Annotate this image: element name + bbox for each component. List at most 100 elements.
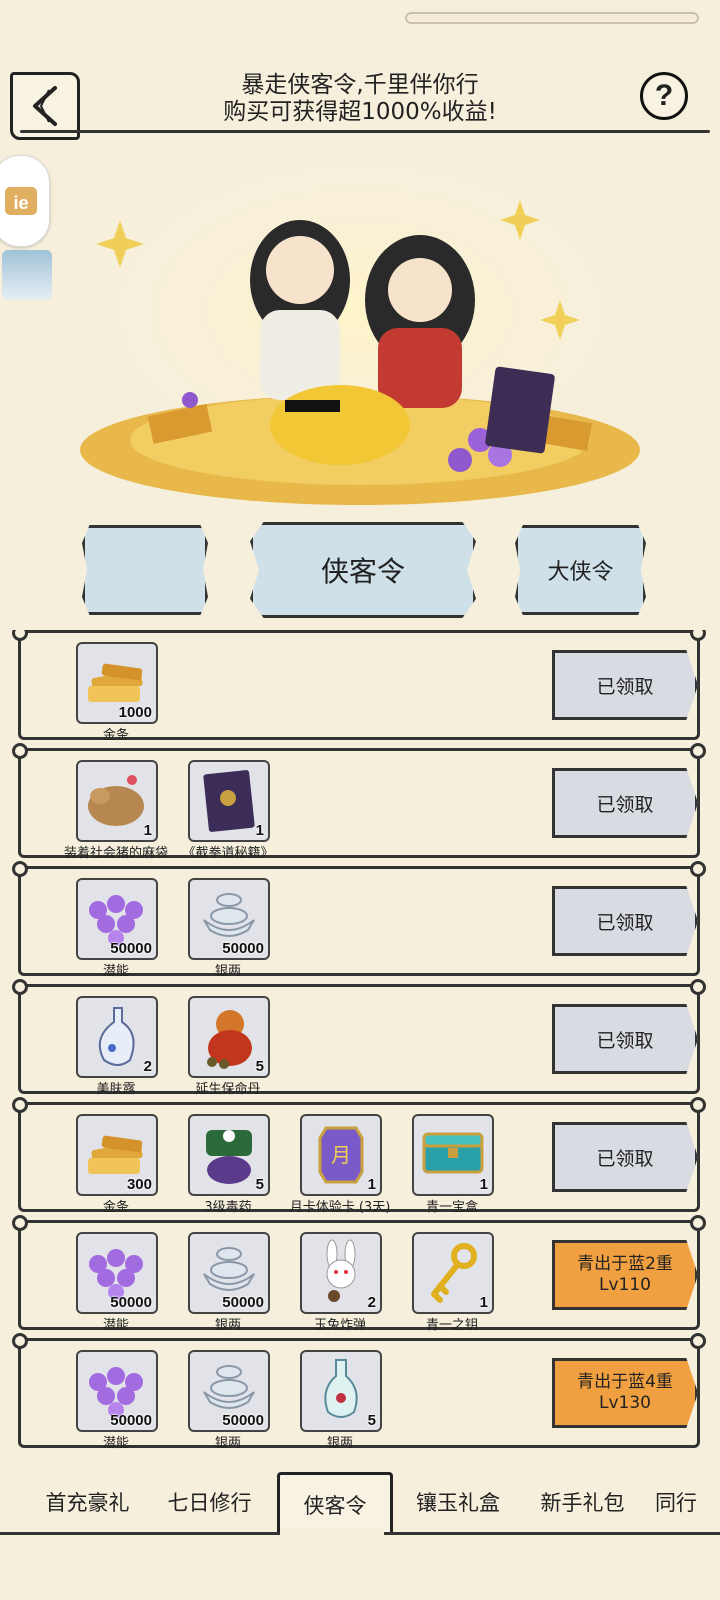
reward-item[interactable]: 2 玉兔炸弹 <box>300 1232 382 1333</box>
nav-xiakeling-label: 侠客令 <box>303 1494 367 1518</box>
reward-item-count: 5 <box>255 1058 264 1075</box>
reward-item-box: 300 <box>76 1114 158 1196</box>
level-requirement-level: Lv130 <box>599 1393 651 1413</box>
notch-pill <box>405 12 699 24</box>
level-requirement-button[interactable]: 青出于蓝4重 Lv130 <box>552 1358 698 1428</box>
help-button[interactable]: ? <box>640 72 688 120</box>
reward-item[interactable]: 1 青一宝盒 <box>412 1114 494 1215</box>
reward-item-count: 1000 <box>118 704 152 721</box>
claimed-button[interactable]: 已领取 <box>552 1122 698 1192</box>
reward-item[interactable]: 2 美肤露 <box>76 996 158 1097</box>
nav-xiakeling[interactable]: 侠客令 <box>277 1472 393 1535</box>
reward-item-count: 5 <box>255 1176 264 1193</box>
reward-item-box: 50000 <box>76 1232 158 1314</box>
reward-item-name: 金条 <box>102 728 129 743</box>
headline: 暴走侠客令,千里伴你行 购买可获得超1000%收益! <box>140 72 580 126</box>
reward-item[interactable]: 1 青一之钥 <box>412 1232 494 1333</box>
side-landscape-icon[interactable] <box>2 250 52 300</box>
headline-line1: 暴走侠客令,千里伴你行 <box>241 72 479 98</box>
claimed-button[interactable]: 已领取 <box>552 650 698 720</box>
nav-first-recharge[interactable]: 首充豪礼 <box>30 1472 145 1532</box>
level-requirement-level: Lv110 <box>599 1275 651 1295</box>
reward-item-count: 1 <box>367 1176 376 1193</box>
nav-first-recharge-label: 首充豪礼 <box>45 1491 130 1515</box>
reward-item-box: 1 <box>188 760 270 842</box>
reward-list[interactable]: 1000 金条 已领取 1 装着社会猪的麻袋 1 《截拳道秘籍》 已领取 50000 潜能 5000… <box>0 630 720 1450</box>
reward-item-box: 1 <box>76 760 158 842</box>
side-event-icon[interactable]: ie <box>0 155 50 247</box>
nav-newbie-pack-label: 新手礼包 <box>540 1491 625 1515</box>
reward-item-count: 50000 <box>222 1412 264 1429</box>
reward-item[interactable]: 1 《截拳道秘籍》 <box>182 760 274 861</box>
reward-item[interactable]: 5 延生保命丹 <box>188 996 270 1097</box>
reward-item-count: 300 <box>126 1176 152 1193</box>
nav-jade-box-label: 镶玉礼盒 <box>416 1491 500 1515</box>
reward-item-box: 50000 <box>188 878 270 960</box>
reward-row: 50000 潜能 50000 银两 已领取 <box>12 861 706 979</box>
reward-row: 1 装着社会猪的麻袋 1 《截拳道秘籍》 已领取 <box>12 743 706 861</box>
reward-item-name: 《截拳道秘籍》 <box>182 846 274 861</box>
tab-left[interactable] <box>82 525 208 615</box>
reward-item[interactable]: 50000 银两 <box>188 1232 270 1333</box>
status-bar <box>0 0 720 50</box>
reward-item[interactable]: 月 1 月卡体验卡 (3天) <box>290 1114 390 1215</box>
reward-item-count: 1 <box>255 822 264 839</box>
reward-item-name: 青一之钥 <box>425 1318 478 1333</box>
reward-item[interactable]: 50000 潜能 <box>76 1350 158 1450</box>
reward-row: 50000 潜能 50000 银两 2 玉兔炸弹 1 青一之钥 青出于蓝2重 Lv110 <box>12 1215 706 1333</box>
reward-item[interactable]: 50000 潜能 <box>76 878 158 979</box>
reward-item-count: 50000 <box>110 940 152 957</box>
reward-item-box: 1000 <box>76 642 158 724</box>
header: 暴走侠客令,千里伴你行 购买可获得超1000%收益! ? <box>0 50 720 140</box>
claimed-button[interactable]: 已领取 <box>552 768 698 838</box>
reward-item-count: 1 <box>479 1176 488 1193</box>
hero-illustration <box>60 150 660 510</box>
reward-item-box: 1 <box>412 1114 494 1196</box>
reward-row: 1000 金条 已领取 <box>12 630 706 743</box>
reward-item-box: 5 <box>300 1350 382 1432</box>
tab-xiakeling-label: 侠客令 <box>320 555 405 588</box>
reward-item-box: 50000 <box>76 878 158 960</box>
nav-newbie-pack[interactable]: 新手礼包 <box>525 1472 640 1532</box>
nav-seven-day[interactable]: 七日修行 <box>152 1472 267 1532</box>
reward-item[interactable]: 300 金条 <box>76 1114 158 1215</box>
reward-item-count: 50000 <box>110 1294 152 1311</box>
reward-item-box: 5 <box>188 1114 270 1196</box>
svg-text:月: 月 <box>331 1143 351 1167</box>
nav-active-gap <box>280 1529 384 1537</box>
claimed-button[interactable]: 已领取 <box>552 1004 698 1074</box>
reward-item-count: 5 <box>367 1412 376 1429</box>
reward-item-box: 2 <box>76 996 158 1078</box>
reward-item-box: 50000 <box>76 1350 158 1432</box>
level-requirement-button[interactable]: 青出于蓝2重 Lv110 <box>552 1240 698 1310</box>
reward-item-box: 1 <box>412 1232 494 1314</box>
tab-xiakeling[interactable]: 侠客令 <box>250 522 476 618</box>
reward-row: 2 美肤露 5 延生保命丹 已领取 <box>12 979 706 1097</box>
reward-item[interactable]: 50000 银两 <box>188 1350 270 1450</box>
claimed-button[interactable]: 已领取 <box>552 886 698 956</box>
header-divider <box>20 130 710 133</box>
reward-item-count: 1 <box>479 1294 488 1311</box>
tab-daxialing[interactable]: 大侠令 <box>515 525 646 615</box>
reward-item[interactable]: 1000 金条 <box>76 642 158 743</box>
reward-item[interactable]: 50000 银两 <box>188 878 270 979</box>
reward-item-name: 银两 <box>326 1436 353 1450</box>
reward-item-box: 50000 <box>188 1232 270 1314</box>
nav-peer[interactable]: 同行 <box>646 1472 706 1532</box>
reward-item[interactable]: 50000 潜能 <box>76 1232 158 1333</box>
reward-item[interactable]: 1 装着社会猪的麻袋 <box>64 760 168 861</box>
nav-jade-box[interactable]: 镶玉礼盒 <box>398 1472 518 1532</box>
reward-item-box: 2 <box>300 1232 382 1314</box>
nav-peer-label: 同行 <box>655 1491 697 1515</box>
reward-item[interactable]: 5 银两 <box>300 1350 382 1450</box>
nav-seven-day-label: 七日修行 <box>167 1491 252 1515</box>
reward-item-name: 青一宝盒 <box>425 1200 478 1215</box>
headline-line2: 购买可获得超1000%收益! <box>223 99 497 125</box>
level-requirement-title: 青出于蓝4重 <box>577 1372 673 1392</box>
level-requirement-title: 青出于蓝2重 <box>577 1254 673 1274</box>
hero-banner <box>60 150 660 520</box>
reward-item[interactable]: 5 3级毒药 <box>188 1114 270 1215</box>
reward-item-count: 50000 <box>222 1294 264 1311</box>
reward-row: 50000 潜能 50000 银两 5 银两 青出于蓝4重 Lv130 <box>12 1333 706 1450</box>
side-event-glyph-icon: ie <box>5 187 37 215</box>
